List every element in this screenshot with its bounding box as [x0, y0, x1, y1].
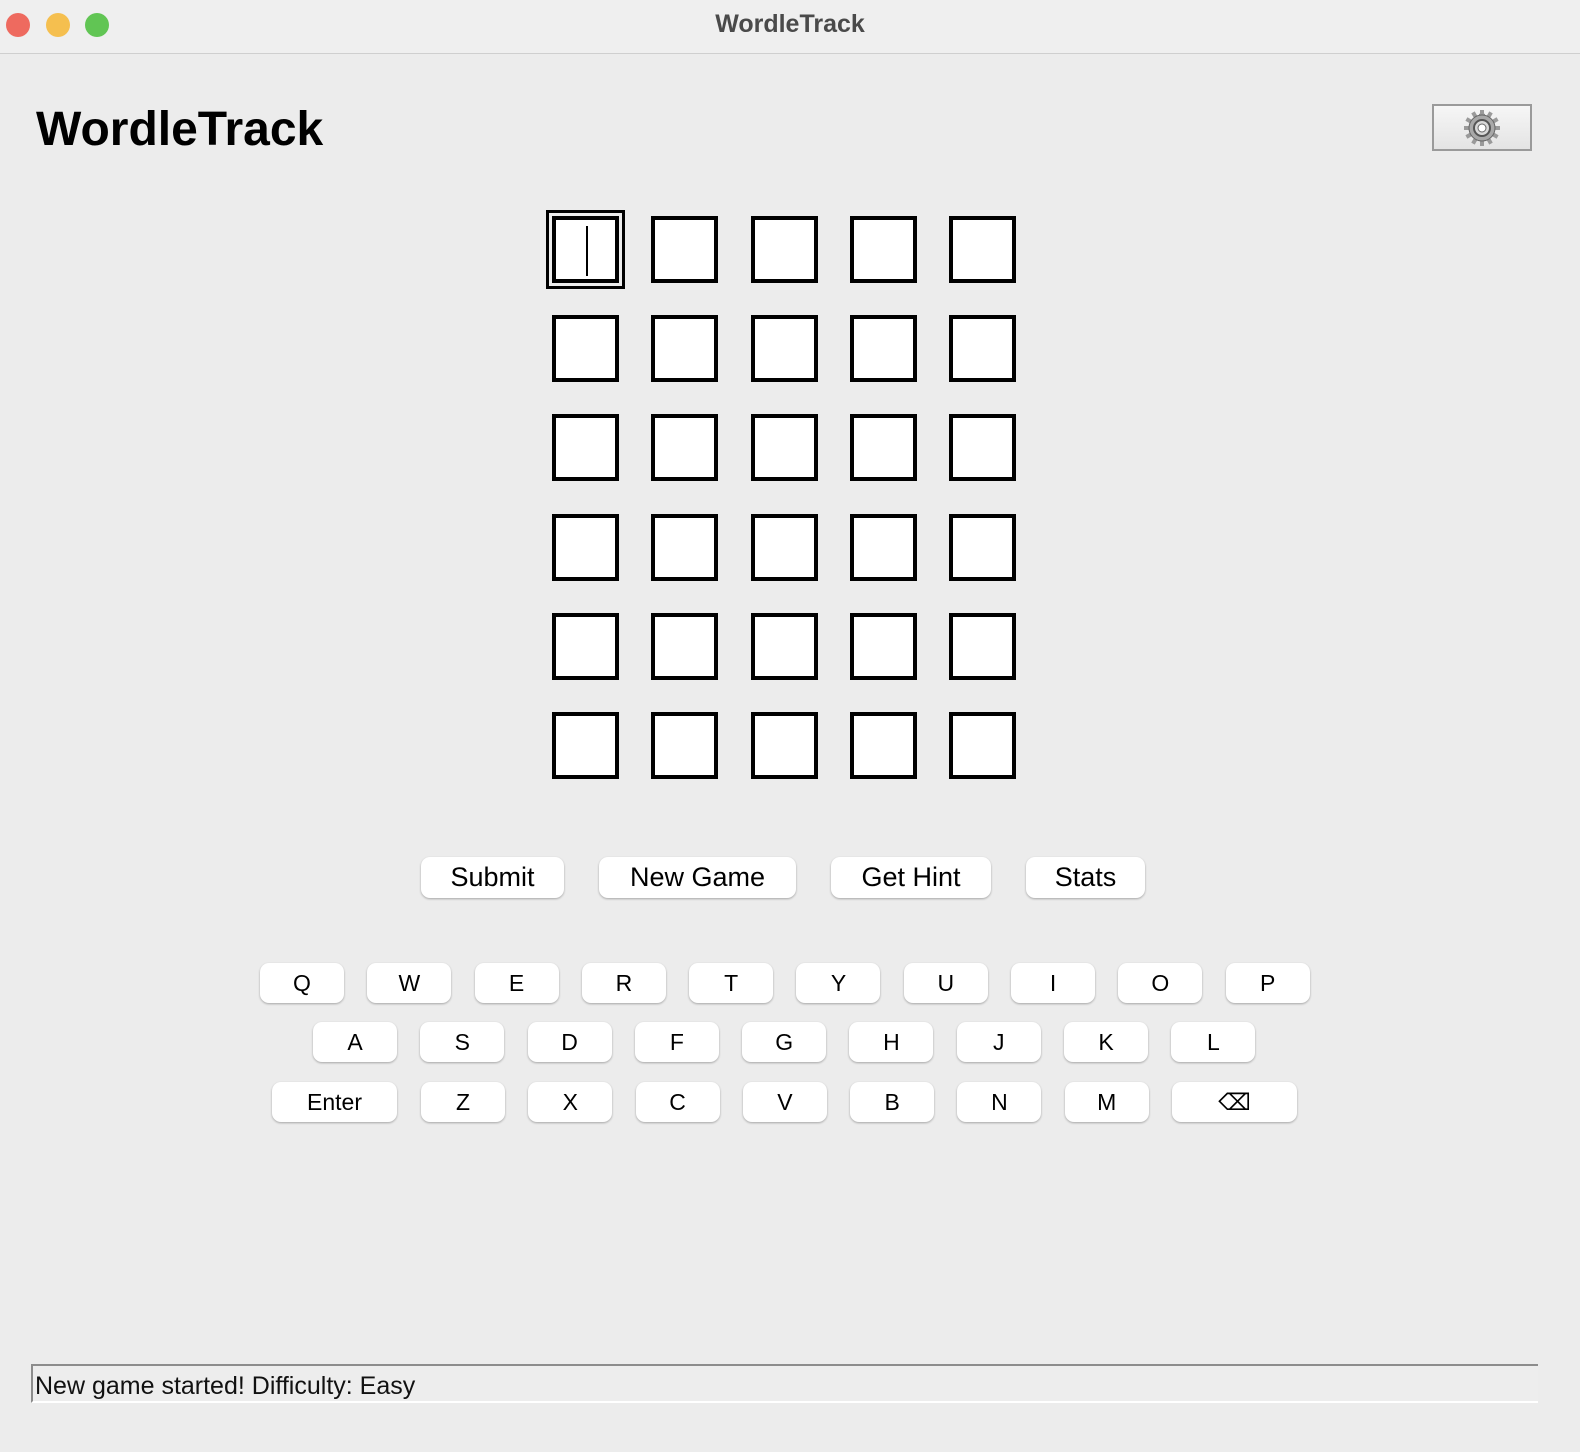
key-l[interactable]: L	[1171, 1022, 1256, 1062]
grid-cell[interactable]	[651, 216, 719, 283]
grid-cell[interactable]	[651, 612, 719, 680]
key-f[interactable]: F	[634, 1022, 719, 1062]
new-game-button[interactable]: New Game	[599, 857, 796, 898]
key-g[interactable]: G	[742, 1022, 827, 1062]
grid-cell[interactable]	[849, 711, 917, 779]
key-t[interactable]: T	[689, 963, 774, 1003]
keyboard-row-3: Enter Z X C V B N M ⌫	[272, 1082, 1298, 1122]
key-c[interactable]: C	[635, 1082, 720, 1122]
grid-cell[interactable]	[949, 513, 1017, 581]
window-title: WordleTrack	[715, 10, 865, 38]
grid-cell[interactable]	[750, 513, 818, 581]
key-k[interactable]: K	[1064, 1022, 1149, 1062]
grid-cell[interactable]	[849, 216, 917, 283]
key-enter[interactable]: Enter	[272, 1082, 397, 1122]
grid-cell[interactable]	[546, 210, 625, 289]
key-m[interactable]: M	[1064, 1082, 1149, 1122]
grid-cell[interactable]	[750, 711, 818, 779]
grid-cell[interactable]	[849, 315, 917, 383]
grid-cell[interactable]	[651, 414, 719, 482]
grid-cell[interactable]	[651, 315, 719, 383]
get-hint-button[interactable]: Get Hint	[831, 857, 991, 898]
key-o[interactable]: O	[1118, 963, 1203, 1003]
grid-cell[interactable]	[750, 216, 818, 283]
keyboard-row-2: ASDFGHJKL	[313, 1022, 1256, 1062]
key-x[interactable]: X	[528, 1082, 613, 1122]
key-a[interactable]: A	[313, 1022, 397, 1062]
key-v[interactable]: V	[742, 1082, 827, 1122]
grid-cell[interactable]	[949, 216, 1017, 283]
grid-cell[interactable]	[552, 315, 619, 383]
key-s[interactable]: S	[420, 1022, 505, 1062]
grid-cell[interactable]	[949, 414, 1017, 482]
letter-grid	[546, 210, 1017, 779]
grid-cell[interactable]	[849, 612, 917, 680]
grid-cell[interactable]	[849, 414, 917, 482]
grid-cell[interactable]	[949, 315, 1017, 383]
key-z[interactable]: Z	[420, 1082, 505, 1122]
key-n[interactable]: N	[957, 1082, 1042, 1122]
grid-cell[interactable]	[750, 612, 818, 680]
title-bar: WordleTrack	[0, 0, 1580, 54]
grid-cell[interactable]	[651, 711, 719, 779]
grid-cell[interactable]	[552, 414, 619, 482]
status-bar: New game started! Difficulty: Easy	[31, 1364, 1538, 1403]
key-q[interactable]: Q	[260, 963, 344, 1003]
key-r[interactable]: R	[581, 963, 666, 1003]
key-d[interactable]: D	[527, 1022, 612, 1062]
grid-cell[interactable]	[552, 711, 619, 779]
key-backspace[interactable]: ⌫	[1172, 1082, 1298, 1122]
grid-cell[interactable]	[651, 513, 719, 581]
keyboard-row-1: QWERTYUIOP	[260, 963, 1310, 1003]
grid-cell[interactable]	[849, 513, 917, 581]
key-e[interactable]: E	[474, 963, 559, 1003]
grid-cell[interactable]	[949, 612, 1017, 680]
grid-cell[interactable]	[552, 513, 619, 581]
key-y[interactable]: Y	[796, 963, 881, 1003]
grid-cell[interactable]	[949, 711, 1017, 779]
submit-button[interactable]: Submit	[421, 857, 564, 898]
key-p[interactable]: P	[1225, 963, 1310, 1003]
grid-cell[interactable]	[552, 612, 619, 680]
grid-cell[interactable]	[750, 315, 818, 383]
stats-button[interactable]: Stats	[1026, 857, 1145, 898]
gear-icon	[1464, 109, 1500, 146]
key-h[interactable]: H	[849, 1022, 934, 1062]
key-b[interactable]: B	[850, 1082, 935, 1122]
grid-cell[interactable]	[750, 414, 818, 482]
app-title: WordleTrack	[36, 103, 324, 156]
key-u[interactable]: U	[903, 963, 988, 1003]
key-w[interactable]: W	[367, 963, 452, 1003]
key-i[interactable]: I	[1011, 963, 1096, 1003]
text-cursor	[586, 226, 588, 276]
settings-button[interactable]	[1432, 104, 1532, 151]
key-j[interactable]: J	[956, 1022, 1041, 1062]
